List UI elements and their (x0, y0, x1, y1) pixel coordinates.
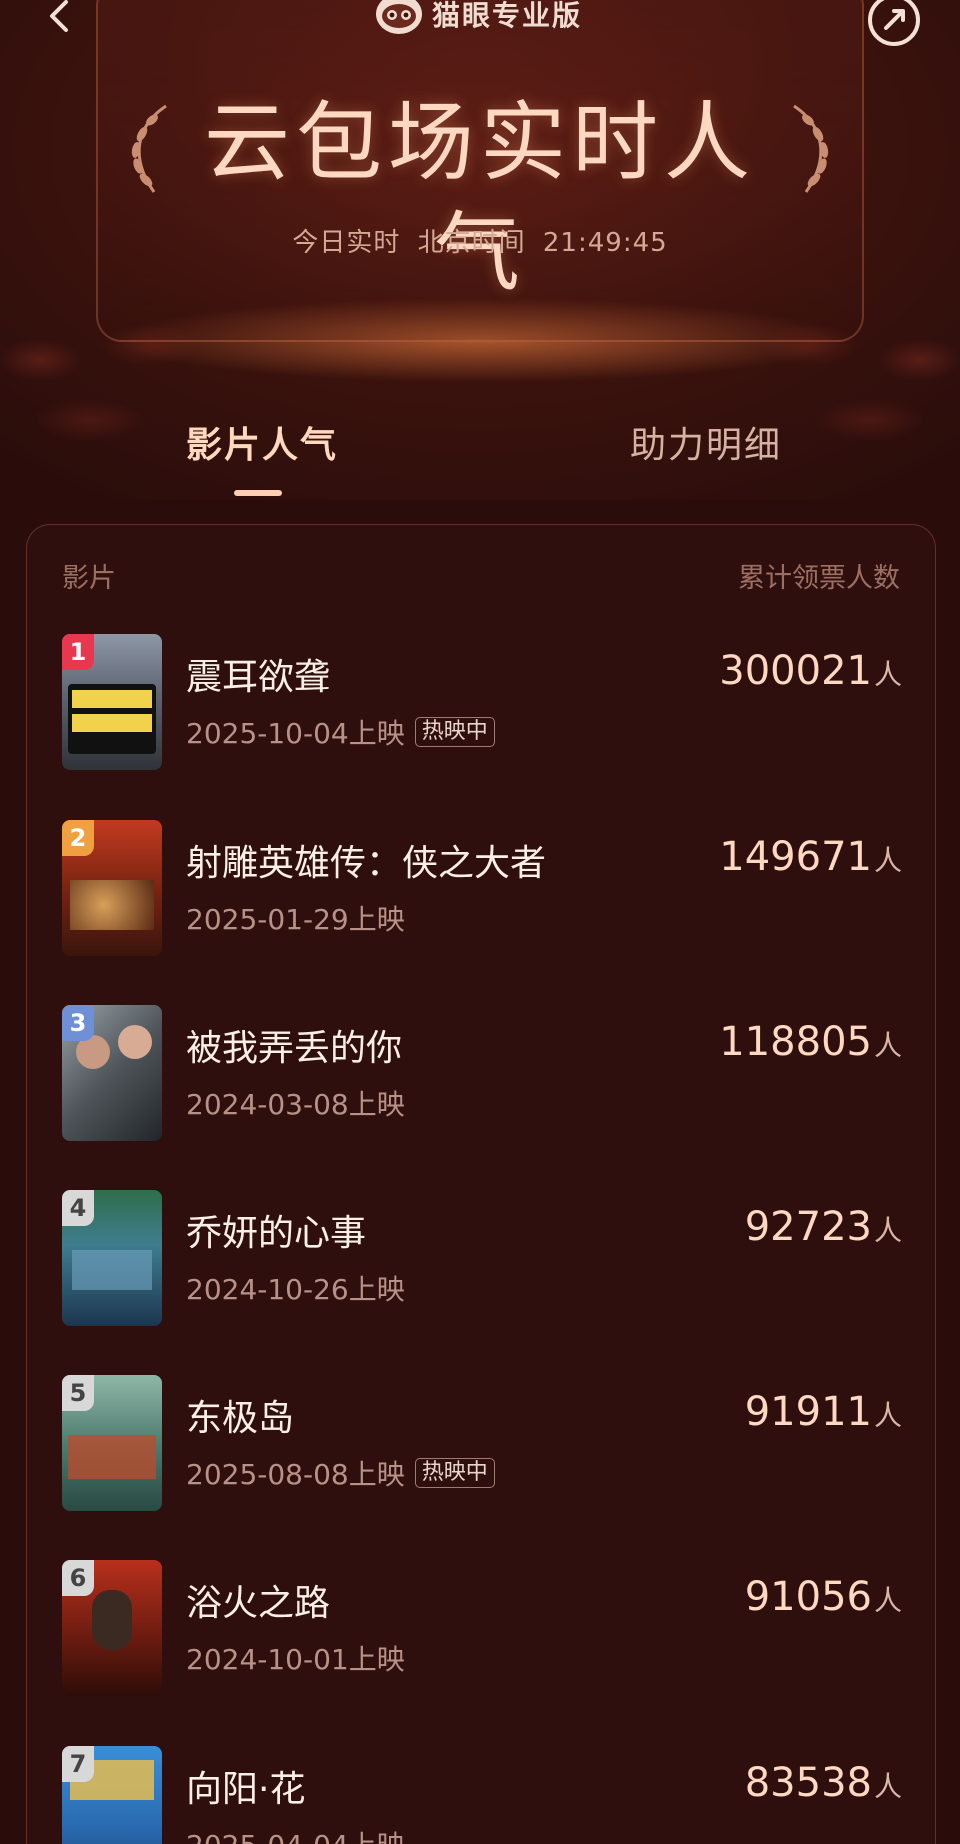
release-info: 2025-10-04上映 热映中 (186, 712, 495, 752)
list-item[interactable]: 4 乔妍的心事 2024-10-26上映 92723人 (62, 1190, 902, 1330)
rank-badge: 4 (62, 1190, 94, 1226)
release-info: 2024-03-08上映 (186, 1083, 405, 1123)
list-item[interactable]: 3 被我弄丢的你 2024-03-08上映 118805人 (62, 1005, 902, 1145)
rank-badge: 6 (62, 1560, 94, 1596)
column-header-movie: 影片 (62, 563, 116, 594)
brand-name: 猫眼专业版 (432, 0, 583, 32)
brand: 猫眼专业版 (376, 0, 582, 34)
unit-label: 人 (873, 844, 902, 877)
release-info: 2025-04-04上映 (186, 1824, 405, 1844)
ticket-count: 149671人 (719, 834, 902, 880)
realtime-timestamp: 今日实时 北京时间 21:49:45 (0, 222, 960, 259)
unit-label: 人 (873, 1770, 902, 1803)
page-title: 云包场实时人气 (204, 93, 756, 303)
cat-eye-logo-icon (376, 0, 422, 34)
list-item[interactable]: 2 射雕英雄传：侠之大者 2025-01-29上映 149671人 (62, 820, 902, 960)
release-date: 2024-10-01上映 (186, 1643, 405, 1676)
release-info: 2024-10-26上映 (186, 1268, 405, 1308)
list-item[interactable]: 1 震耳欲聋 2025-10-04上映 热映中 300021人 (62, 634, 902, 774)
list-item[interactable]: 6 浴火之路 2024-10-01上映 91056人 (62, 1560, 902, 1700)
ticket-count: 83538人 (745, 1760, 902, 1806)
movie-title: 向阳·花 (186, 1769, 306, 1810)
movie-title: 乔妍的心事 (186, 1213, 367, 1254)
rank-badge: 5 (62, 1375, 94, 1411)
rank-badge: 2 (62, 820, 94, 856)
movie-title: 浴火之路 (186, 1583, 331, 1624)
tab-movie-popularity[interactable]: 影片人气 (186, 416, 338, 468)
movie-title: 东极岛 (186, 1398, 295, 1439)
ticket-count-value: 83538 (744, 1760, 872, 1806)
ticket-count-value: 300021 (719, 648, 872, 694)
release-date: 2024-03-08上映 (186, 1088, 405, 1121)
current-time: 21:49:45 (542, 228, 668, 258)
ticket-count-value: 118805 (719, 1019, 872, 1065)
ticket-count-value: 92723 (744, 1204, 872, 1250)
unit-label: 人 (873, 1584, 902, 1617)
tab-bar: 影片人气 助力明细 (0, 416, 960, 506)
unit-label: 人 (873, 1029, 902, 1062)
ticket-count-value: 91911 (744, 1389, 872, 1435)
share-button[interactable] (866, 0, 922, 48)
ticket-count: 91911人 (745, 1389, 902, 1435)
share-icon (868, 0, 920, 46)
release-info: 2024-10-01上映 (186, 1638, 405, 1678)
ticket-count: 92723人 (745, 1204, 902, 1250)
rank-badge: 1 (62, 634, 94, 670)
release-date: 2025-01-29上映 (186, 903, 405, 936)
tab-support-details[interactable]: 助力明细 (630, 416, 782, 468)
release-info: 2025-08-08上映 热映中 (186, 1453, 495, 1493)
ticket-count-value: 91056 (744, 1574, 872, 1620)
back-button[interactable] (40, 0, 80, 40)
release-date: 2025-10-04上映 (186, 717, 405, 750)
column-header-count: 累计领票人数 (738, 563, 900, 594)
chevron-left-icon (50, 0, 68, 32)
release-info: 2025-01-29上映 (186, 898, 405, 938)
time-label: 今日实时 (292, 228, 401, 258)
movie-title: 震耳欲聋 (186, 657, 331, 698)
active-tab-indicator (234, 490, 282, 496)
timezone-label: 北京时间 (417, 228, 526, 258)
ticket-count: 118805人 (719, 1019, 902, 1065)
list-item[interactable]: 7 向阳·花 2025-04-04上映 83538人 (62, 1746, 902, 1844)
release-date: 2025-04-04上映 (186, 1824, 405, 1844)
ticket-count: 91056人 (745, 1574, 902, 1620)
ticket-count-value: 149671 (719, 834, 872, 880)
release-date: 2025-08-08上映 (186, 1458, 405, 1491)
unit-label: 人 (873, 1399, 902, 1432)
rank-badge: 7 (62, 1746, 94, 1782)
list-item[interactable]: 5 东极岛 2025-08-08上映 热映中 91911人 (62, 1375, 902, 1515)
now-showing-badge: 热映中 (414, 717, 495, 747)
laurel-right-icon (793, 104, 829, 193)
now-showing-badge: 热映中 (414, 1458, 495, 1488)
unit-label: 人 (873, 1214, 902, 1247)
release-date: 2024-10-26上映 (186, 1273, 405, 1306)
ticket-count: 300021人 (719, 648, 902, 694)
rank-badge: 3 (62, 1005, 94, 1041)
movie-title: 射雕英雄传：侠之大者 (186, 843, 547, 884)
movie-title: 被我弄丢的你 (186, 1028, 403, 1069)
unit-label: 人 (873, 658, 902, 691)
laurel-left-icon (131, 104, 167, 193)
